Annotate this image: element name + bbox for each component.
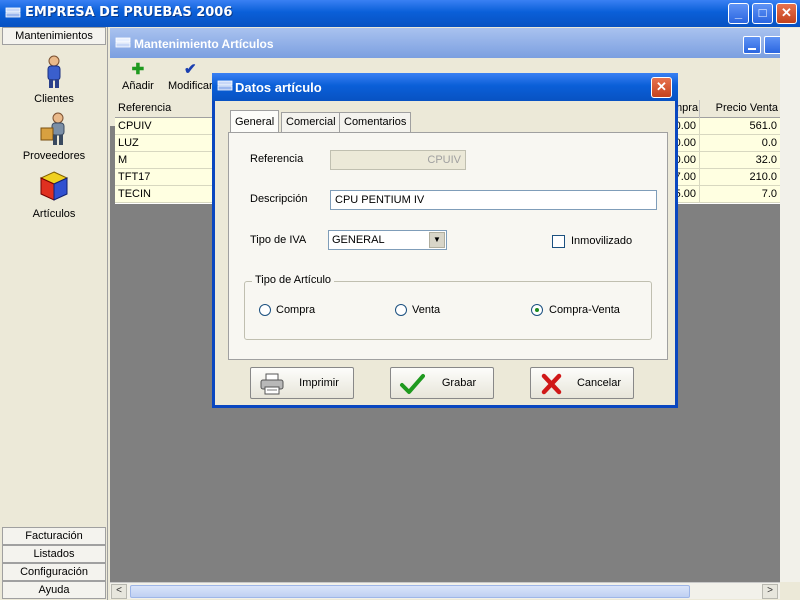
supplier-person-icon — [40, 112, 65, 145]
cell-precio-venta: 0.0 — [761, 137, 777, 149]
radio-compra[interactable] — [259, 304, 271, 316]
app-books-icon — [5, 7, 21, 18]
plus-icon: ✚ — [131, 61, 145, 78]
cancel-button[interactable]: Cancelar — [530, 367, 634, 399]
tipo-iva-label: Tipo de IVA — [250, 234, 307, 246]
tab-general[interactable]: General — [230, 110, 280, 132]
child-window-title-bar[interactable]: Mantenimiento Artículos — [110, 28, 780, 58]
dialog-books-icon — [217, 80, 233, 91]
dialog-title: Datos artículo — [235, 80, 322, 95]
tipo-iva-value: GENERAL — [332, 234, 385, 246]
check-icon: ✔ — [184, 61, 197, 78]
cell-precio-venta: 7.0 — [761, 188, 777, 200]
close-button[interactable]: ✕ — [776, 3, 797, 24]
child-window-title: Mantenimiento Artículos — [134, 37, 274, 51]
radio-venta-label: Venta — [412, 304, 441, 316]
radio-compra-label: Compra — [276, 304, 316, 316]
nav-button-ayuda[interactable]: Ayuda — [2, 581, 106, 599]
inmovilizado-label: Inmovilizado — [571, 235, 633, 247]
articles-boxes-icon — [39, 171, 69, 201]
save-button[interactable]: Grabar — [390, 367, 494, 399]
tipo-articulo-legend: Tipo de Artículo — [252, 274, 335, 286]
inmovilizado-checkbox[interactable] — [552, 235, 565, 248]
dialog-close-button[interactable]: ✕ — [651, 77, 672, 98]
tipo-articulo-group: Tipo de Artículo Compra Venta Compra-Ven… — [244, 274, 652, 340]
cell-referencia: LUZ — [115, 135, 215, 151]
cell-referencia: M — [115, 152, 215, 168]
save-button-label: Grabar — [441, 377, 477, 389]
main-title-bar[interactable]: EMPRESA DE PRUEBAS 2006 _ □ ✕ — [0, 0, 800, 27]
print-button[interactable]: Imprimir — [250, 367, 354, 399]
scroll-right-button[interactable]: > — [762, 584, 778, 599]
cell-precio-venta: 32.0 — [755, 154, 777, 166]
checkmark-icon — [400, 374, 425, 394]
nav-item-label: Artículos — [32, 208, 76, 220]
left-nav-panel: Mantenimientos Clientes Proveedores Artí… — [0, 27, 108, 600]
referencia-field: CPUIV — [330, 150, 466, 170]
minimize-button[interactable]: _ — [728, 3, 749, 24]
modify-button-label: Modificar — [168, 80, 213, 92]
scroll-left-button[interactable]: < — [111, 584, 127, 599]
child-books-icon — [115, 37, 131, 48]
tipo-iva-select[interactable]: GENERAL ▼ — [328, 230, 447, 250]
modify-button[interactable]: ✔ Modificar — [168, 61, 213, 93]
tab-comentarios[interactable]: Comentarios — [339, 112, 412, 132]
nav-item-articulos[interactable]: Artículos — [0, 170, 108, 220]
nav-item-label: Proveedores — [22, 150, 86, 162]
chevron-down-icon[interactable]: ▼ — [429, 232, 445, 248]
general-tab-panel: Referencia CPUIV Descripción CPU PENTIUM… — [228, 132, 668, 360]
horizontal-scrollbar[interactable]: < > — [110, 582, 780, 599]
child-minimize-button[interactable] — [743, 36, 761, 54]
vertical-scrollbar[interactable] — [780, 28, 800, 582]
column-header-referencia[interactable]: Referencia — [115, 100, 215, 118]
radio-compra-venta[interactable] — [531, 304, 543, 316]
main-window-title: EMPRESA DE PRUEBAS 2006 — [25, 5, 233, 20]
cell-precio-venta: 210.0 — [749, 171, 777, 183]
nav-button-listados[interactable]: Listados — [2, 545, 106, 563]
nav-item-proveedores[interactable]: Proveedores — [0, 112, 108, 162]
radio-venta[interactable] — [395, 304, 407, 316]
add-button-label: Añadir — [122, 80, 154, 92]
referencia-label: Referencia — [250, 153, 304, 165]
nav-item-label: Clientes — [34, 93, 74, 105]
print-button-label: Imprimir — [299, 377, 339, 389]
scroll-thumb[interactable] — [130, 585, 690, 598]
client-person-icon — [47, 55, 61, 88]
cell-referencia: CPUIV — [115, 118, 215, 134]
radio-compra-venta-label: Compra-Venta — [549, 304, 620, 316]
cell-referencia: TFT17 — [115, 169, 215, 185]
maximize-button[interactable]: □ — [752, 3, 773, 24]
descripcion-field[interactable]: CPU PENTIUM IV — [330, 190, 657, 210]
cancel-button-label: Cancelar — [576, 377, 622, 389]
cell-precio-venta: 561.0 — [749, 120, 777, 132]
article-dialog: Datos artículo ✕ General Comercial Comen… — [212, 73, 678, 408]
nav-item-clientes[interactable]: Clientes — [0, 55, 108, 105]
cell-referencia: TECIN — [115, 186, 215, 202]
tab-comercial[interactable]: Comercial — [281, 112, 341, 132]
printer-icon — [260, 373, 284, 395]
cancel-x-icon — [541, 373, 562, 395]
child-maximize-button[interactable] — [764, 36, 780, 54]
nav-button-facturacion[interactable]: Facturación — [2, 527, 106, 545]
descripcion-label: Descripción — [250, 193, 308, 205]
nav-button-configuracion[interactable]: Configuración — [2, 563, 106, 581]
add-button[interactable]: ✚ Añadir — [122, 61, 154, 93]
nav-header-mantenimientos[interactable]: Mantenimientos — [2, 27, 106, 45]
column-header-precio-venta[interactable]: Precio Venta — [700, 100, 780, 118]
dialog-title-bar[interactable]: Datos artículo ✕ — [212, 73, 678, 101]
